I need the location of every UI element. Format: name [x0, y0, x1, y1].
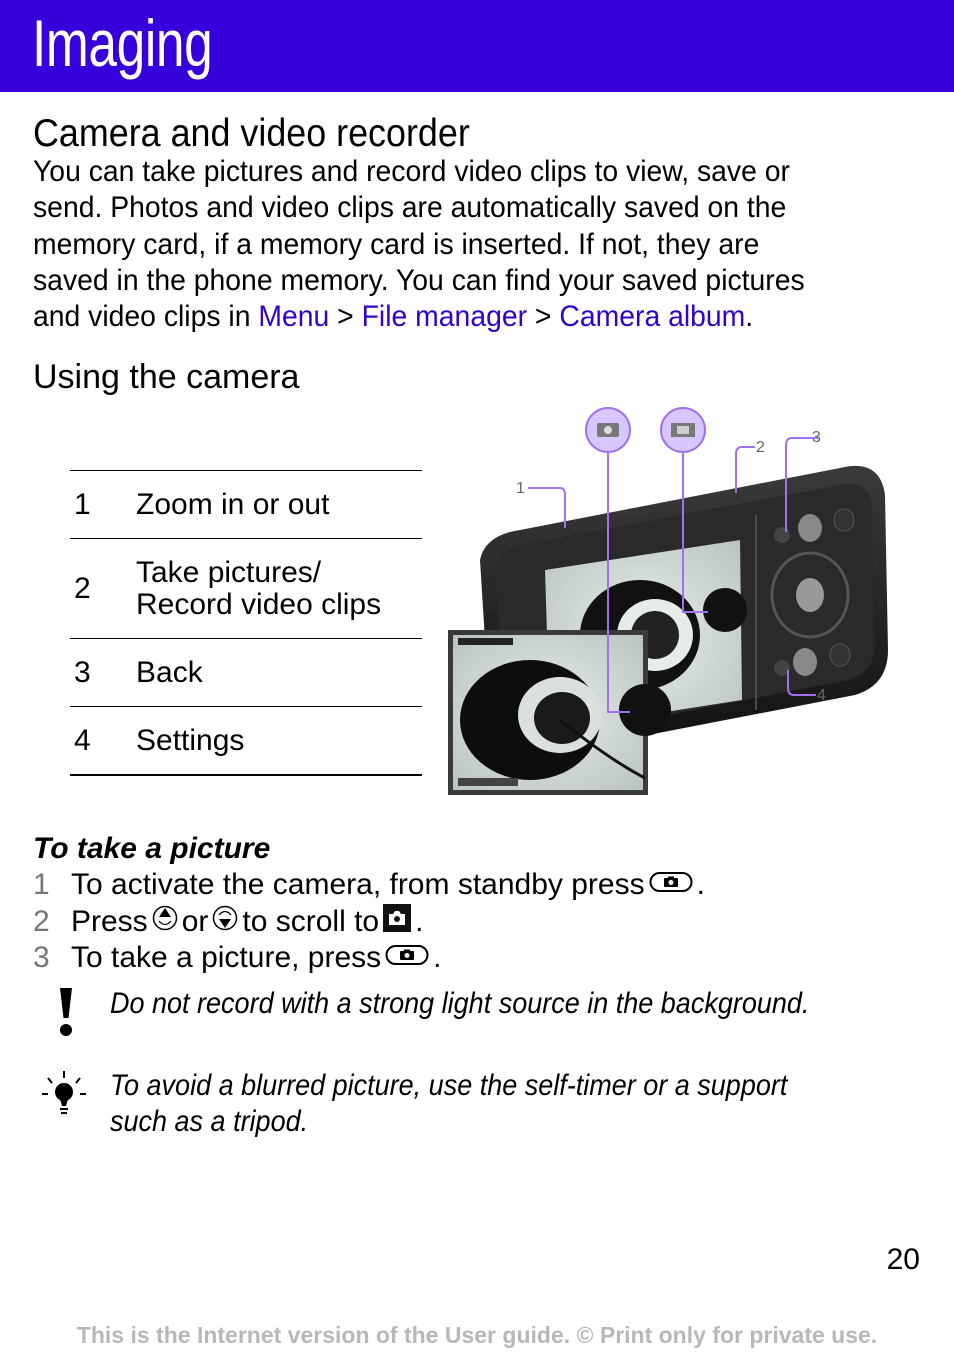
legend-number: 4 — [74, 723, 91, 757]
step-text-end: . — [433, 941, 442, 975]
legend-number: 1 — [74, 487, 91, 521]
path-separator: > — [329, 300, 362, 334]
step-text: To take a picture, press — [71, 941, 382, 975]
step-number: 1 — [33, 868, 50, 902]
phone-illustration: 1 2 3 4 — [440, 400, 910, 815]
intro-line: saved in the phone memory. You can find … — [33, 263, 805, 297]
legend-row: 2 Take pictures/ Record video clips — [70, 538, 422, 638]
legend-number: 2 — [74, 571, 91, 605]
path-separator: > — [527, 300, 560, 334]
step-item: 3 To take a picture, press . — [33, 940, 705, 977]
legend-label-line: Take pictures/ — [136, 555, 322, 589]
intro-line: You can take pictures and record video c… — [33, 155, 790, 188]
step-text-end: . — [696, 868, 705, 902]
procedure-title: To take a picture — [33, 832, 271, 865]
footer-notice: This is the Internet version of the User… — [76, 1322, 878, 1348]
legend-row: 1 Zoom in or out — [70, 470, 422, 538]
warning-note: Do not record with a strong light source… — [110, 986, 809, 1022]
legend-row: 3 Back — [70, 638, 422, 706]
legend-label: Back — [136, 655, 203, 689]
step-number: 3 — [33, 941, 50, 975]
legend-label: Settings — [136, 723, 245, 757]
chapter-title: Imaging — [32, 6, 213, 80]
step-text: to scroll to — [242, 904, 380, 938]
tip-note: To avoid a blurred picture, use the self… — [110, 1068, 787, 1140]
camera-album-link[interactable]: Camera album — [559, 300, 745, 333]
legend-table: 1 Zoom in or out 2 Take pictures/ Record… — [70, 470, 422, 776]
section-title: Camera and video recorder — [33, 112, 470, 155]
step-number: 2 — [33, 904, 50, 938]
procedure-steps: 1 To activate the camera, from standby p… — [33, 867, 705, 977]
camera-key-icon — [649, 868, 693, 902]
intro-paragraph: You can take pictures and record video c… — [33, 154, 884, 335]
callout-3: 3 — [812, 429, 821, 446]
callout-4: 4 — [817, 687, 826, 704]
step-item: 1 To activate the camera, from standby p… — [33, 867, 705, 904]
intro-text: and video clips in — [33, 300, 259, 334]
step-item: 2 Press or to scroll to . — [33, 903, 705, 941]
file-manager-link[interactable]: File manager — [362, 300, 527, 333]
note-text: Do not record with a strong light source… — [110, 987, 810, 1020]
phone-drawing: 1 2 3 4 — [448, 407, 888, 795]
navigation-up-icon — [152, 903, 178, 941]
callout-1: 1 — [516, 480, 525, 497]
legend-bottom-rule — [70, 774, 422, 776]
navigation-down-icon — [212, 903, 238, 941]
legend-label: Take pictures/ Record video clips — [136, 555, 422, 621]
legend-label-line: Record video clips — [136, 587, 382, 621]
note-text: such as a tripod. — [110, 1105, 309, 1138]
page-number: 20 — [886, 1243, 920, 1276]
subsection-title: Using the camera — [33, 358, 300, 396]
legend-label: Zoom in or out — [136, 487, 330, 521]
period: . — [745, 300, 754, 334]
callout-2: 2 — [756, 439, 765, 456]
camera-mode-icon — [383, 903, 412, 940]
intro-line: and video clips in Menu > File manager >… — [33, 299, 884, 335]
legend-number: 3 — [74, 655, 91, 689]
step-text-end: . — [415, 904, 424, 938]
camera-key-icon — [385, 941, 429, 975]
warning-icon — [56, 986, 76, 1043]
intro-line: send. Photos and video clips are automat… — [33, 191, 787, 225]
intro-line: memory card, if a memory card is inserte… — [33, 227, 760, 261]
tip-lightbulb-icon — [40, 1068, 90, 1123]
chapter-header: Imaging — [0, 0, 954, 92]
step-text: Press — [71, 904, 148, 938]
note-text: To avoid a blurred picture, use the self… — [110, 1069, 788, 1102]
step-text: or — [181, 904, 209, 938]
legend-row: 4 Settings — [70, 706, 422, 774]
menu-link[interactable]: Menu — [258, 300, 329, 333]
step-text: To activate the camera, from standby pre… — [71, 868, 645, 902]
